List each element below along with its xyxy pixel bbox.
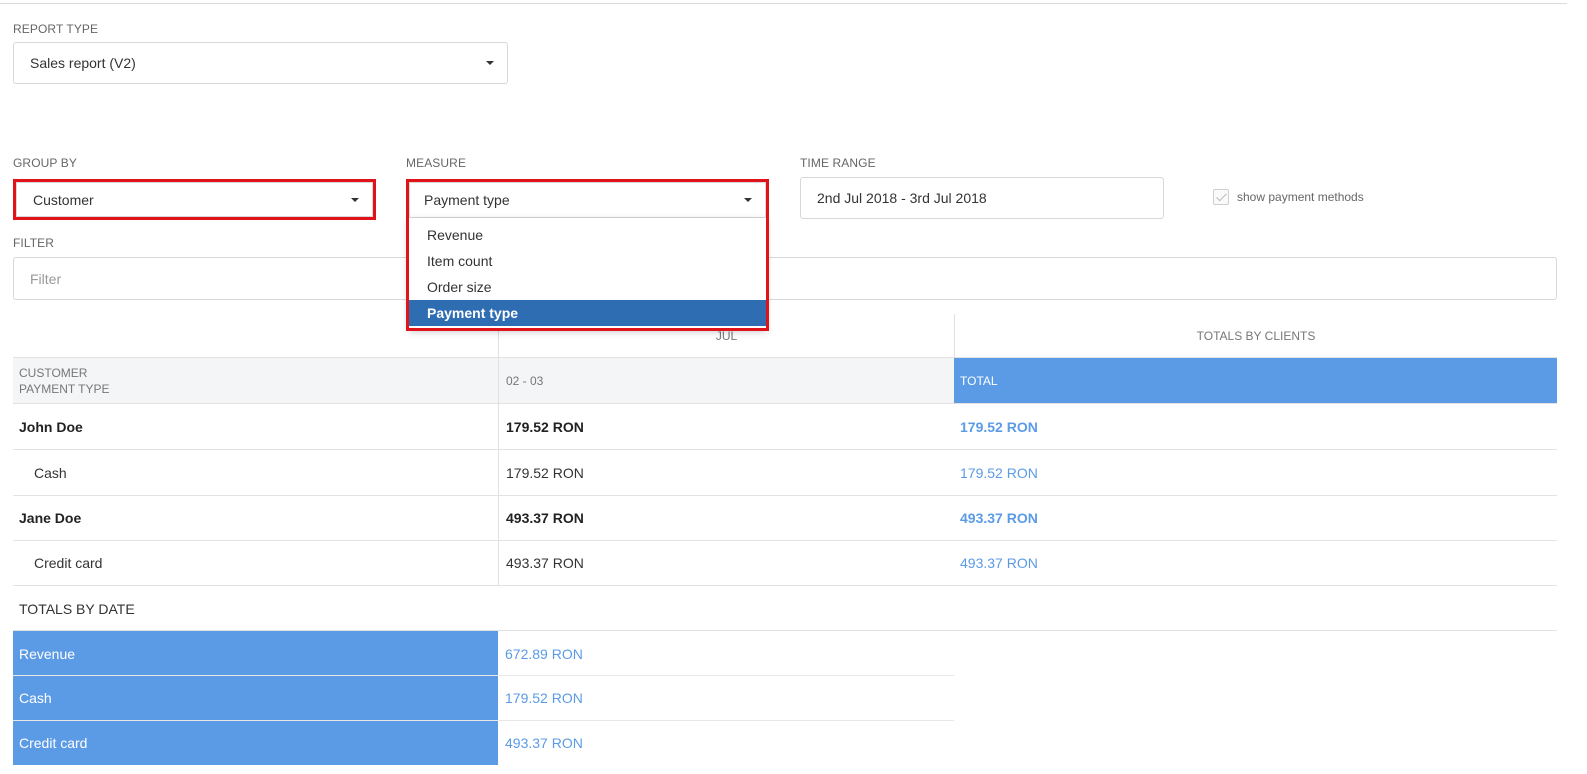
date-header: 02 - 03 xyxy=(498,358,954,403)
show-payment-methods-checkbox[interactable] xyxy=(1213,189,1229,205)
group-by-value: Customer xyxy=(33,191,94,208)
time-range-input[interactable]: 2nd Jul 2018 - 3rd Jul 2018 xyxy=(800,177,1164,219)
top-divider xyxy=(0,3,1567,4)
row-total: 493.37 RON xyxy=(960,510,1038,526)
row-total: 493.37 RON xyxy=(960,555,1038,571)
row-name: John Doe xyxy=(19,418,83,435)
time-range-value: 2nd Jul 2018 - 3rd Jul 2018 xyxy=(817,190,987,206)
totals-by-clients-header: TOTALS BY CLIENTS xyxy=(954,314,1557,357)
row-name: Credit card xyxy=(34,555,103,571)
show-payment-methods-label: show payment methods xyxy=(1237,190,1364,204)
group-by-select[interactable]: Customer xyxy=(16,182,373,217)
totals-row-value: 179.52 RON xyxy=(505,690,583,706)
row-total: 179.52 RON xyxy=(960,418,1038,435)
totals-row-name: Revenue xyxy=(13,631,498,676)
table-row: Jane Doe 493.37 RON 493.37 RON xyxy=(13,495,1557,540)
filter-placeholder: Filter xyxy=(30,270,62,287)
filter-label: FILTER xyxy=(13,236,55,250)
table-row: Credit card 493.37 RON 493.37 RON xyxy=(13,540,1557,586)
table-header-row-top: JUL TOTALS BY CLIENTS xyxy=(13,314,1557,357)
table-header-row: CUSTOMER PAYMENT TYPE 02 - 03 TOTAL xyxy=(13,357,1557,403)
payment-type-header: PAYMENT TYPE xyxy=(19,381,110,396)
row-value: 493.37 RON xyxy=(498,541,954,585)
totals-by-date-row: TOTALS BY DATE xyxy=(13,586,1557,631)
totals-row-name: Cash xyxy=(13,676,498,720)
time-range-label: TIME RANGE xyxy=(800,156,876,170)
totals-row-value: 493.37 RON xyxy=(505,735,583,751)
show-payment-methods-option[interactable]: show payment methods xyxy=(1213,189,1364,205)
total-header: TOTAL xyxy=(954,358,1557,403)
row-header-cell: CUSTOMER PAYMENT TYPE xyxy=(13,358,498,403)
totals-row: Revenue 672.89 RON xyxy=(13,631,1557,676)
report-type-label: REPORT TYPE xyxy=(13,22,99,36)
report-type-value: Sales report (V2) xyxy=(30,55,136,71)
table-row: Cash 179.52 RON 179.52 RON xyxy=(13,449,1557,495)
table-row: John Doe 179.52 RON 179.52 RON xyxy=(13,403,1557,449)
measure-highlight-box xyxy=(406,179,769,331)
totals-row: Credit card 493.37 RON xyxy=(13,721,1557,765)
measure-label: MEASURE xyxy=(406,156,467,170)
group-by-label: GROUP BY xyxy=(13,156,77,170)
row-value: 179.52 RON xyxy=(498,404,954,449)
totals-row-name: Credit card xyxy=(13,721,498,765)
totals-row: Cash 179.52 RON xyxy=(13,676,1557,720)
row-value: 493.37 RON xyxy=(498,496,954,540)
row-value: 179.52 RON xyxy=(498,450,954,495)
filter-input[interactable]: Filter xyxy=(13,257,1557,300)
caret-down-icon xyxy=(486,61,494,65)
caret-down-icon xyxy=(351,197,359,202)
row-total: 179.52 RON xyxy=(960,464,1038,481)
totals-row-value: 672.89 RON xyxy=(505,645,583,662)
row-name: Jane Doe xyxy=(19,510,82,526)
customer-header: CUSTOMER xyxy=(19,365,88,380)
row-name: Cash xyxy=(34,464,67,481)
totals-by-date-label: TOTALS BY DATE xyxy=(19,600,135,617)
report-type-select[interactable]: Sales report (V2) xyxy=(13,42,508,84)
